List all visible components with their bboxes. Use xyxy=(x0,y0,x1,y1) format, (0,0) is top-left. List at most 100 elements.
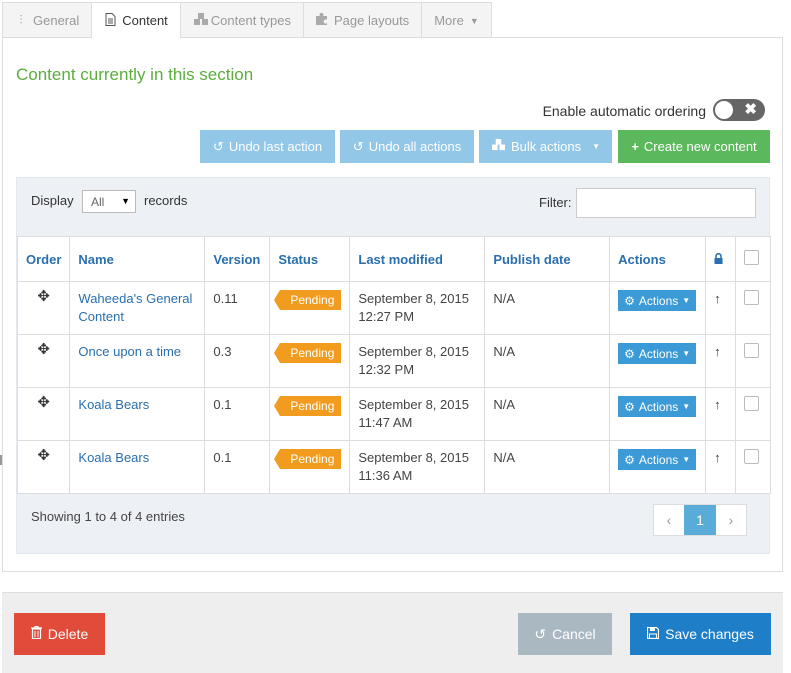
move-up-icon[interactable]: ↑ xyxy=(705,281,737,335)
status-badge: Pending xyxy=(274,290,342,310)
row-checkbox[interactable] xyxy=(744,290,760,305)
content-name-link[interactable]: Koala Bears xyxy=(78,397,149,412)
select-all-checkbox[interactable] xyxy=(744,250,760,265)
undo-icon: ↺ xyxy=(534,625,547,642)
row-actions-button[interactable]: ⚙ Actions ▼ xyxy=(618,396,697,417)
table-header-row: Order Name Version Status Last modified … xyxy=(16,236,771,282)
pagination-summary: Showing 1 to 4 of 4 entries xyxy=(31,509,185,524)
move-icon[interactable]: ✥ xyxy=(16,334,71,388)
caret-down-icon: ▼ xyxy=(682,454,691,464)
puzzle-icon xyxy=(316,12,328,28)
cancel-button[interactable]: ↺ Cancel xyxy=(518,613,612,655)
lock-column-header xyxy=(705,236,737,282)
column-header-last-modified[interactable]: Last modified xyxy=(349,236,486,282)
modified-date: September 8, 2015 xyxy=(358,397,469,412)
move-icon[interactable]: ✥ xyxy=(16,387,71,441)
filter-label: Filter: xyxy=(539,195,572,210)
content-table-wrapper: Display All ▼ records Filter: Order Name… xyxy=(16,177,771,554)
table-row: ✥ Koala Bears 0.1 Pending September 8, 2… xyxy=(16,387,771,441)
pagination-prev-button[interactable]: ‹ xyxy=(654,505,684,535)
row-checkbox[interactable] xyxy=(744,396,760,411)
trash-icon xyxy=(30,625,42,642)
select-all-header xyxy=(735,236,771,282)
undo-last-label: Undo last action xyxy=(228,139,323,154)
move-icon[interactable]: ✥ xyxy=(16,281,71,335)
auto-ordering-toggle[interactable]: ✖ xyxy=(713,99,765,121)
modified-date: September 8, 2015 xyxy=(358,291,469,306)
tab-page-layouts[interactable]: Page layouts xyxy=(303,2,423,38)
pagination-next-button[interactable]: › xyxy=(716,505,746,535)
content-name-link[interactable]: Koala Bears xyxy=(78,450,149,465)
modified-date: September 8, 2015 xyxy=(358,450,469,465)
column-header-version[interactable]: Version xyxy=(204,236,271,282)
column-header-actions: Actions xyxy=(609,236,707,282)
publish-date-cell: N/A xyxy=(484,281,611,335)
row-actions-button[interactable]: ⚙ Actions ▼ xyxy=(618,449,697,470)
save-icon xyxy=(647,626,660,642)
row-actions-label: Actions xyxy=(638,399,679,414)
tab-label: Content xyxy=(122,13,168,28)
caret-down-icon: ▼ xyxy=(469,15,479,26)
bulk-actions-button[interactable]: Bulk actions ▼ xyxy=(479,130,612,163)
move-up-icon[interactable]: ↑ xyxy=(705,440,737,494)
content-name-link[interactable]: Once upon a time xyxy=(78,344,181,359)
row-checkbox[interactable] xyxy=(744,343,760,358)
column-header-name[interactable]: Name xyxy=(69,236,206,282)
sliders-icon: ⫶ xyxy=(19,13,23,27)
undo-icon: ↺ xyxy=(352,138,364,154)
caret-down-icon: ▼ xyxy=(592,142,600,151)
publish-date-cell: N/A xyxy=(484,440,611,494)
gear-icon: ⚙ xyxy=(624,399,635,414)
caret-down-icon: ▼ xyxy=(682,295,691,305)
edge-marker xyxy=(0,455,2,465)
pagination-page-button[interactable]: 1 xyxy=(684,505,716,535)
row-actions-button[interactable]: ⚙ Actions ▼ xyxy=(618,343,697,364)
move-up-icon[interactable]: ↑ xyxy=(705,387,737,441)
cubes-icon xyxy=(491,139,506,154)
status-badge: Pending xyxy=(274,396,342,416)
modified-date: September 8, 2015 xyxy=(358,344,469,359)
records-per-page-value: All xyxy=(91,194,105,209)
tab-content-types[interactable]: Content types xyxy=(179,2,305,38)
undo-last-action-button[interactable]: ↺ Undo last action xyxy=(200,130,335,163)
gear-icon: ⚙ xyxy=(624,346,635,361)
row-actions-button[interactable]: ⚙ Actions ▼ xyxy=(618,290,697,311)
tab-content[interactable]: Content xyxy=(91,2,181,39)
caret-down-icon: ▼ xyxy=(682,348,691,358)
move-up-icon[interactable]: ↑ xyxy=(705,334,737,388)
tab-more[interactable]: More ▼ xyxy=(421,2,492,38)
create-new-content-button[interactable]: + Create new content xyxy=(618,130,770,163)
create-new-content-label: Create new content xyxy=(643,139,757,154)
tab-label: Page layouts xyxy=(334,13,410,28)
records-label: records xyxy=(144,193,188,208)
modified-time: 12:32 PM xyxy=(358,362,415,377)
gear-icon: ⚙ xyxy=(624,293,635,308)
table-row: ✥ Waheeda's General Content 0.11 Pending… xyxy=(16,281,771,335)
content-table: Order Name Version Status Last modified … xyxy=(16,236,771,494)
records-per-page-select[interactable]: All ▼ xyxy=(82,190,136,213)
publish-date-cell: N/A xyxy=(484,387,611,441)
undo-all-label: Undo all actions xyxy=(368,139,462,154)
delete-button[interactable]: Delete xyxy=(14,613,105,655)
save-changes-button[interactable]: Save changes xyxy=(630,613,771,655)
row-actions-label: Actions xyxy=(638,452,679,467)
footer-bar: Delete ↺ Cancel Save changes xyxy=(2,592,783,673)
content-name-link[interactable]: Waheeda's General Content xyxy=(78,291,192,324)
last-modified-cell: September 8, 2015 11:36 AM xyxy=(349,440,486,494)
column-header-publish-date[interactable]: Publish date xyxy=(484,236,611,282)
delete-label: Delete xyxy=(47,626,89,642)
publish-date-cell: N/A xyxy=(484,334,611,388)
column-header-order[interactable]: Order xyxy=(16,236,71,282)
last-modified-cell: September 8, 2015 12:27 PM xyxy=(349,281,486,335)
row-checkbox[interactable] xyxy=(744,449,760,464)
filter-input[interactable] xyxy=(576,188,756,218)
pagination: ‹ 1 › xyxy=(653,504,747,536)
undo-icon: ↺ xyxy=(212,138,224,154)
content-panel: Content currently in this section Enable… xyxy=(2,37,783,572)
tab-general[interactable]: ⫶ General xyxy=(2,2,93,38)
undo-all-actions-button[interactable]: ↺ Undo all actions xyxy=(340,130,474,163)
version-cell: 0.3 xyxy=(204,334,271,388)
move-icon[interactable]: ✥ xyxy=(16,440,71,494)
column-header-status[interactable]: Status xyxy=(269,236,351,282)
row-actions-label: Actions xyxy=(638,293,679,308)
